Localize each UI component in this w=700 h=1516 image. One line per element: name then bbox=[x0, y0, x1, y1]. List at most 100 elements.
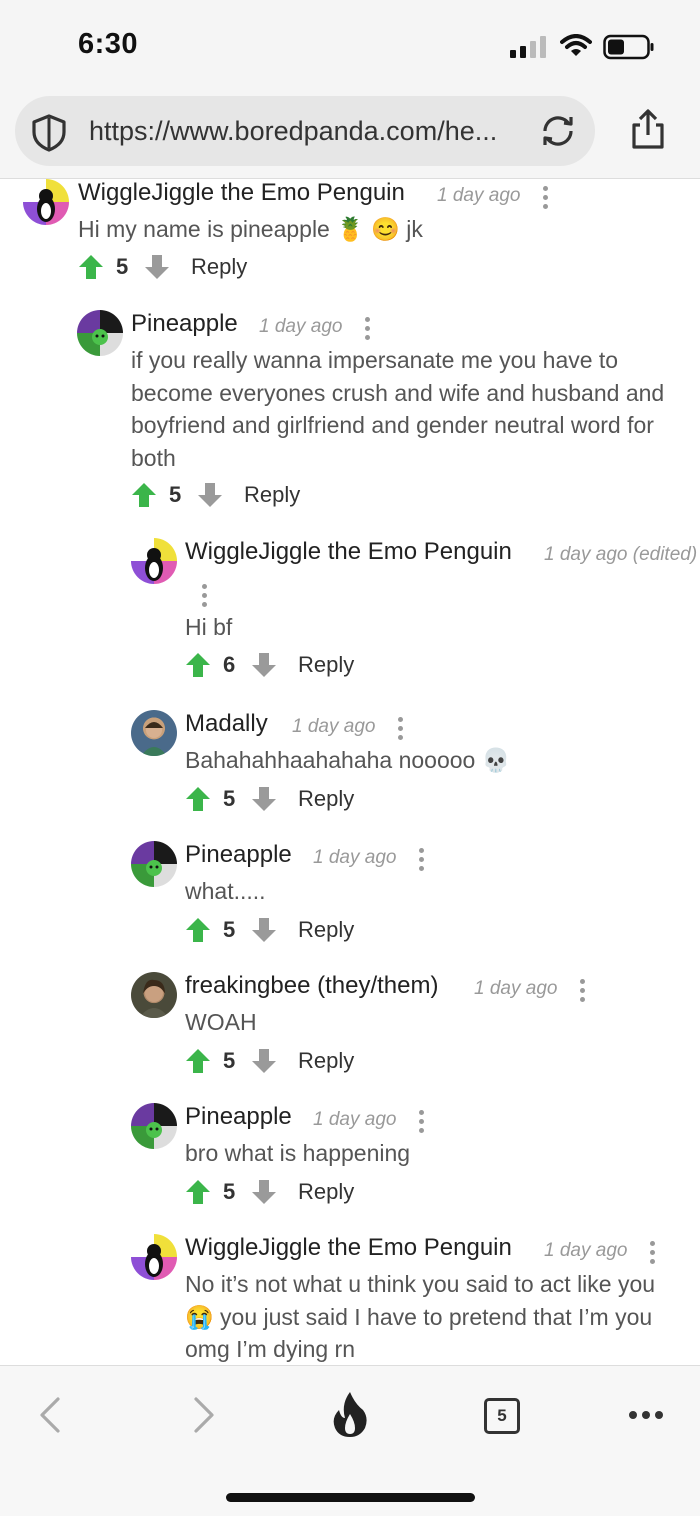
comment-time: 1 day ago bbox=[313, 847, 397, 868]
downvote-arrow-icon[interactable] bbox=[251, 1048, 277, 1074]
reply-button[interactable]: Reply bbox=[298, 786, 354, 812]
forward-icon[interactable] bbox=[192, 1397, 216, 1433]
reply-button[interactable]: Reply bbox=[191, 254, 247, 280]
comment-time: 1 day ago bbox=[437, 185, 521, 206]
upvote-arrow-icon[interactable] bbox=[185, 917, 211, 943]
upvote-arrow-icon[interactable] bbox=[185, 1179, 211, 1205]
downvote-arrow-icon[interactable] bbox=[251, 1179, 277, 1205]
share-icon[interactable] bbox=[630, 108, 666, 150]
avatar[interactable] bbox=[131, 710, 177, 756]
url-text[interactable]: https://www.boredpanda.com/he... bbox=[89, 116, 529, 147]
penguin-icon bbox=[37, 189, 55, 222]
flame-icon[interactable] bbox=[331, 1390, 369, 1438]
avatar-face-icon bbox=[139, 979, 169, 1018]
comment: Pineapple 1 day ago what..... 5 Reply bbox=[131, 841, 700, 951]
status-bar: 6:30 bbox=[0, 0, 700, 90]
address-bar[interactable]: https://www.boredpanda.com/he... bbox=[15, 96, 595, 166]
downvote-arrow-icon[interactable] bbox=[251, 917, 277, 943]
comment-time: 1 day ago bbox=[474, 978, 558, 999]
comment-time: 1 day ago bbox=[259, 316, 343, 337]
avatar[interactable] bbox=[77, 310, 123, 356]
comment-text: Hi my name is pineapple 🍍 😊 jk bbox=[78, 216, 423, 242]
comment-time: 1 day ago (edited) bbox=[544, 544, 698, 565]
comment-author[interactable]: freakingbee (they/them) bbox=[185, 972, 438, 1000]
tabs-button[interactable]: 5 bbox=[484, 1398, 520, 1434]
more-options-icon[interactable] bbox=[202, 584, 208, 610]
reply-button[interactable]: Reply bbox=[298, 1179, 354, 1205]
comment-author[interactable]: WiggleJiggle the Emo Penguin bbox=[185, 1234, 512, 1262]
avatar[interactable] bbox=[131, 1103, 177, 1149]
upvote-arrow-icon[interactable] bbox=[185, 652, 211, 678]
comment-text: WOAH bbox=[185, 1009, 257, 1035]
more-options-icon[interactable] bbox=[365, 317, 371, 343]
comment-author[interactable]: Madally bbox=[185, 710, 268, 738]
comment: Pineapple 1 day ago if you really wanna … bbox=[77, 310, 687, 520]
more-options-icon[interactable] bbox=[543, 186, 549, 212]
avatar[interactable] bbox=[131, 841, 177, 887]
avatar-face-icon bbox=[146, 1122, 162, 1138]
reload-icon[interactable] bbox=[537, 114, 579, 148]
reply-button[interactable]: Reply bbox=[298, 652, 354, 678]
vote-bar: 5 Reply bbox=[185, 914, 405, 944]
reply-button[interactable]: Reply bbox=[298, 917, 354, 943]
back-icon[interactable] bbox=[38, 1397, 62, 1433]
home-indicator bbox=[226, 1493, 475, 1502]
comment: WiggleJiggle the Emo Penguin 1 day ago (… bbox=[131, 538, 700, 698]
avatar-face-icon bbox=[146, 860, 162, 876]
signal-icon bbox=[510, 36, 546, 58]
avatar[interactable] bbox=[131, 972, 177, 1018]
comments-thread: WiggleJiggle the Emo Penguin 1 day ago H… bbox=[0, 179, 700, 1365]
comment-author[interactable]: WiggleJiggle the Emo Penguin bbox=[78, 179, 405, 207]
vote-score: 5 bbox=[223, 917, 236, 942]
downvote-arrow-icon[interactable] bbox=[251, 786, 277, 812]
upvote-arrow-icon[interactable] bbox=[78, 254, 104, 280]
reply-button[interactable]: Reply bbox=[298, 1048, 354, 1074]
more-options-icon[interactable] bbox=[650, 1241, 656, 1267]
penguin-icon bbox=[145, 1244, 163, 1277]
comment: freakingbee (they/them) 1 day ago WOAH 5… bbox=[131, 972, 700, 1082]
upvote-arrow-icon[interactable] bbox=[185, 786, 211, 812]
comment-text: No it’s not what u think you said to act… bbox=[185, 1271, 656, 1362]
comment-time: 1 day ago bbox=[292, 716, 376, 737]
vote-score: 5 bbox=[169, 482, 182, 507]
avatar-face-icon bbox=[141, 722, 167, 756]
avatar[interactable] bbox=[131, 1234, 177, 1280]
comment-author[interactable]: Pineapple bbox=[185, 1103, 292, 1131]
shield-icon[interactable] bbox=[30, 113, 68, 153]
avatar[interactable] bbox=[131, 538, 177, 584]
reply-button[interactable]: Reply bbox=[244, 482, 300, 508]
more-menu-icon[interactable] bbox=[628, 1410, 664, 1420]
comment: Madally 1 day ago Bahahahhaahahaha noooo… bbox=[131, 710, 700, 820]
comment-author[interactable]: WiggleJiggle the Emo Penguin bbox=[185, 538, 512, 566]
downvote-arrow-icon[interactable] bbox=[144, 254, 170, 280]
vote-score: 6 bbox=[223, 652, 236, 677]
downvote-arrow-icon[interactable] bbox=[197, 482, 223, 508]
vote-bar: 5 Reply bbox=[131, 479, 351, 509]
avatar[interactable] bbox=[23, 179, 69, 225]
vote-bar: 5 Reply bbox=[78, 251, 298, 281]
comment: Pineapple 1 day ago bro what is happenin… bbox=[131, 1103, 700, 1213]
vote-score: 5 bbox=[223, 786, 236, 811]
comment-time: 1 day ago bbox=[544, 1240, 628, 1261]
wifi-icon bbox=[560, 34, 592, 56]
battery-icon bbox=[603, 34, 654, 60]
more-options-icon[interactable] bbox=[580, 979, 586, 1005]
downvote-arrow-icon[interactable] bbox=[251, 652, 277, 678]
comment: WiggleJiggle the Emo Penguin 1 day ago H… bbox=[23, 179, 683, 289]
vote-bar: 6 Reply bbox=[185, 649, 405, 679]
comment-time: 1 day ago bbox=[313, 1109, 397, 1130]
comment-author[interactable]: Pineapple bbox=[185, 841, 292, 869]
clock: 6:30 bbox=[78, 28, 139, 60]
vote-score: 5 bbox=[223, 1048, 236, 1073]
more-options-icon[interactable] bbox=[398, 717, 404, 743]
upvote-arrow-icon[interactable] bbox=[185, 1048, 211, 1074]
more-options-icon[interactable] bbox=[419, 1110, 425, 1136]
vote-score: 5 bbox=[116, 254, 129, 279]
comment-text: Hi bf bbox=[185, 614, 233, 640]
vote-bar: 5 Reply bbox=[185, 1176, 405, 1206]
more-options-icon[interactable] bbox=[419, 848, 425, 874]
comment-author[interactable]: Pineapple bbox=[131, 310, 238, 338]
upvote-arrow-icon[interactable] bbox=[131, 482, 157, 508]
avatar-face-icon bbox=[92, 329, 108, 345]
vote-bar: 5 Reply bbox=[185, 783, 405, 813]
